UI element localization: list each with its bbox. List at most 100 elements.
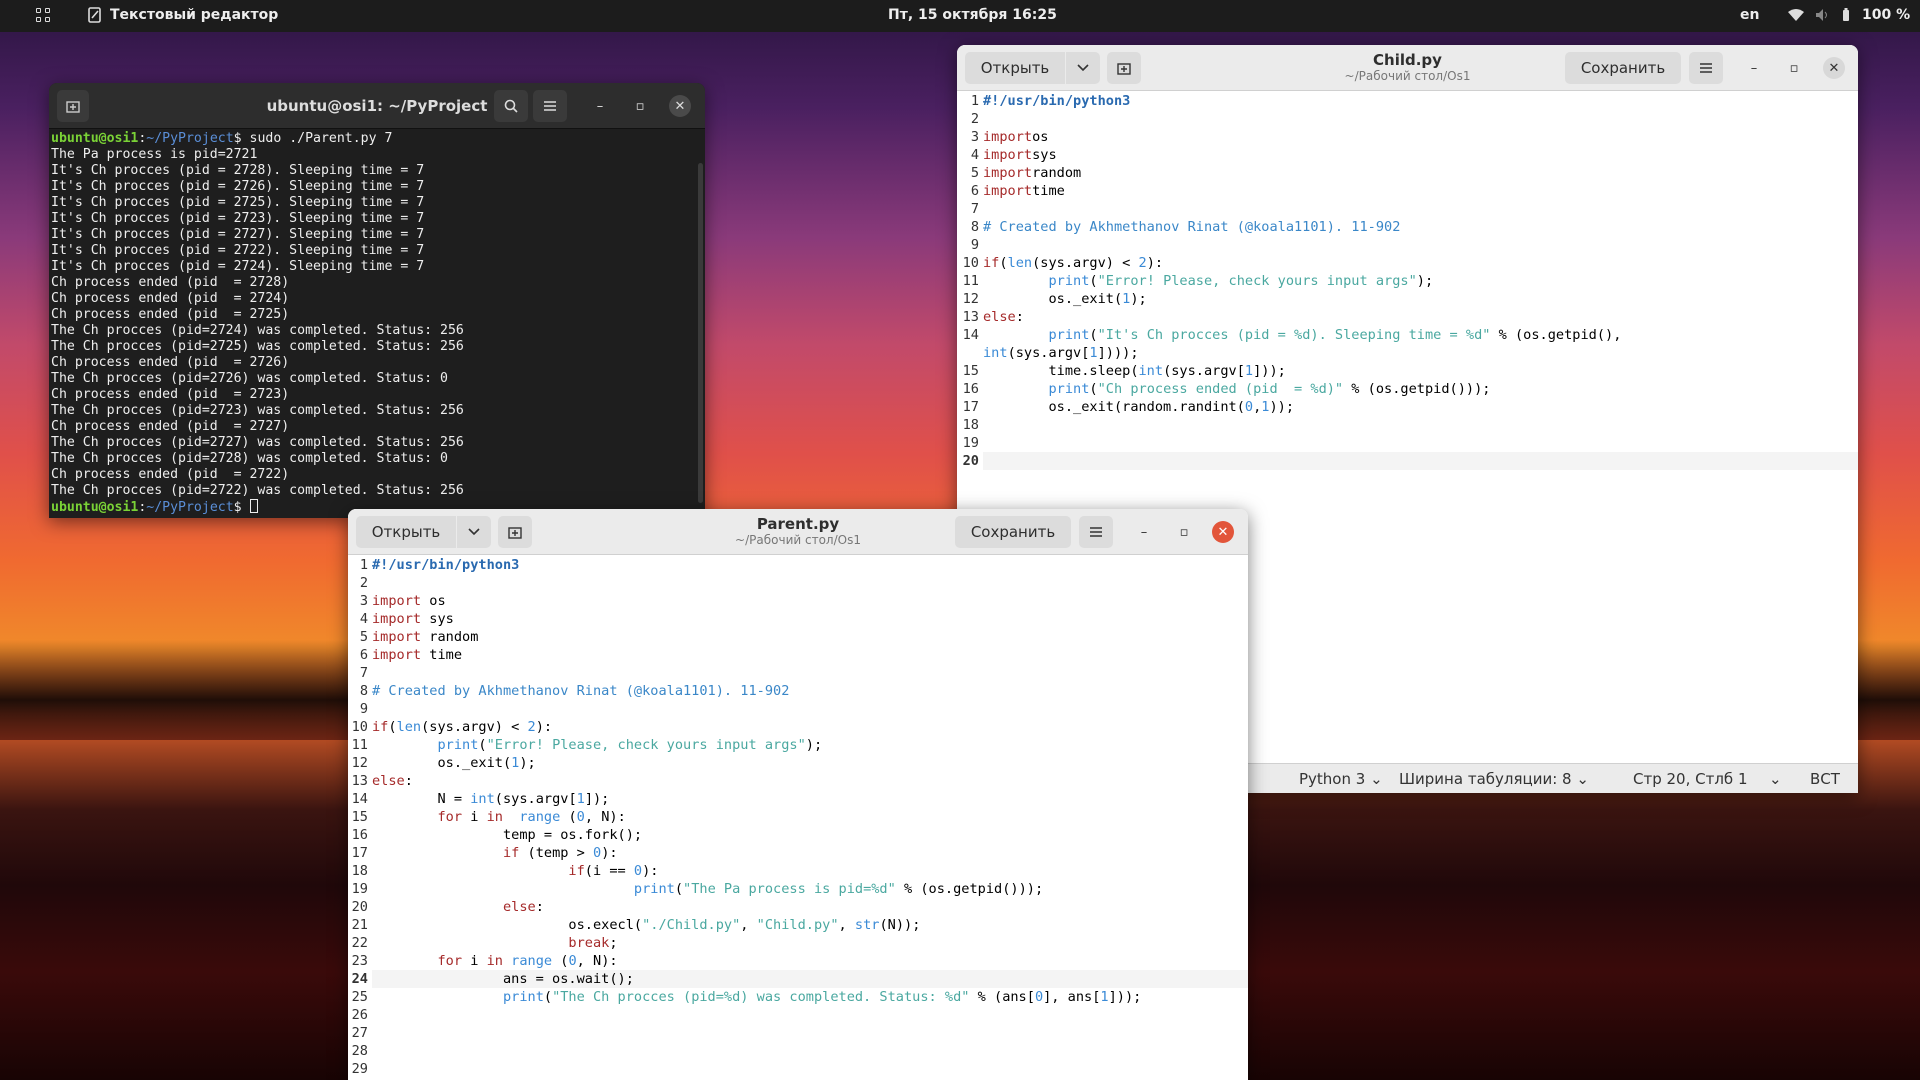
terminal-line: The Ch procces (pid=2723) was completed.… <box>51 403 464 418</box>
language-selector[interactable]: Python 3 ⌄ <box>1299 770 1383 788</box>
new-tab-icon <box>1117 63 1131 75</box>
line-number: 18 <box>962 417 979 433</box>
menu-button[interactable] <box>533 90 567 122</box>
line-number: 6 <box>970 183 979 199</box>
line-number <box>957 344 979 362</box>
minimize-button[interactable]: – <box>589 95 611 117</box>
code-line: if (temp > 0): <box>502 845 618 861</box>
terminal-output[interactable]: ubuntu@osi1:~/PyProject$ sudo ./Parent.p… <box>51 131 691 518</box>
line-number: 12 <box>351 755 368 771</box>
code-line: os._exit(random.randint(0,1)); <box>983 399 1295 415</box>
terminal-header: ubuntu@osi1: ~/PyProject – ▫ ✕ <box>49 83 705 129</box>
line-number: 4 <box>359 611 368 627</box>
line-number: 18 <box>351 863 368 879</box>
code-line: print("The Pa process is pid=%d" % (os.g… <box>633 881 1044 897</box>
search-icon <box>504 99 518 113</box>
child-open-dropdown[interactable] <box>1066 52 1100 84</box>
code-lines[interactable]: #!/usr/bin/python3 import os import sys imp… <box>372 556 1248 1078</box>
clock[interactable]: Пт, 15 октября 16:25 <box>888 7 1057 23</box>
apps-grid-icon[interactable] <box>36 8 52 24</box>
terminal-line: It's Ch procces (pid = 2724). Sleeping t… <box>51 259 425 274</box>
child-menu-button[interactable] <box>1689 52 1723 84</box>
terminal-line: Ch process ended (pid = 2723) <box>51 387 290 402</box>
line-number: 17 <box>962 399 979 415</box>
code-line: if(i == 0): <box>568 863 659 879</box>
line-number: 15 <box>351 809 368 825</box>
parent-minimize-button[interactable]: – <box>1133 521 1155 543</box>
battery-icon <box>1843 8 1849 21</box>
line-number: 20 <box>351 899 368 915</box>
tab-width-selector[interactable]: Ширина табуляции: 8 ⌄ <box>1399 770 1589 788</box>
parent-open-dropdown[interactable] <box>457 516 491 548</box>
keyboard-layout[interactable]: en <box>1740 7 1759 23</box>
code-line: time.sleep(int(sys.argv[1])); <box>983 363 1286 379</box>
terminal-line: The Ch procces (pid=2728) was completed.… <box>51 451 448 466</box>
parent-maximize-button[interactable]: ▫ <box>1173 521 1195 543</box>
code-line: else: <box>372 773 413 789</box>
code-line: if(len(sys.argv) < 2): <box>372 719 553 735</box>
code-line: # Created by Akhmethanov Rinat (@koala11… <box>983 219 1401 235</box>
terminal-line: The Ch procces (pid=2724) was completed.… <box>51 323 464 338</box>
maximize-button[interactable]: ▫ <box>629 95 651 117</box>
parent-open-button[interactable]: Открыть <box>356 516 456 548</box>
child-new-tab-button[interactable] <box>1107 52 1141 84</box>
terminal-line: The Ch procces (pid=2722) was completed.… <box>51 483 464 498</box>
terminal-line: The Ch procces (pid=2727) was completed.… <box>51 435 464 450</box>
code-line: os._exit(1); <box>983 291 1147 307</box>
code-line: importrandom <box>983 165 1082 181</box>
parent-menu-button[interactable] <box>1079 516 1113 548</box>
code-lines[interactable]: #!/usr/bin/python3 importos importsys impor… <box>983 92 1858 470</box>
language-label: Python 3 <box>1299 770 1366 788</box>
parent-header: Открыть Parent.py ~/Рабочий стол/Os1 Сох… <box>348 509 1248 555</box>
line-number: 1 <box>359 557 368 573</box>
parent-close-button[interactable]: ✕ <box>1212 521 1234 543</box>
system-tray[interactable]: 100 % <box>1788 7 1910 23</box>
cursor-position[interactable]: Стр 20, Стлб 1 <box>1633 770 1748 788</box>
insert-mode[interactable]: ВСТ <box>1810 770 1840 788</box>
parent-save-button[interactable]: Сохранить <box>955 516 1071 548</box>
code-line: #!/usr/bin/python3 <box>372 557 520 573</box>
code-line: for i in range (0, N): <box>437 809 626 825</box>
prompt-command: $ <box>233 500 250 515</box>
search-button[interactable] <box>494 90 528 122</box>
code-line <box>983 452 1858 470</box>
terminal-line: Ch process ended (pid = 2724) <box>51 291 290 306</box>
line-number: 5 <box>359 629 368 645</box>
new-tab-button[interactable] <box>57 90 89 122</box>
code-line: print("Ch process ended (pid = %d)" % (o… <box>1048 381 1491 397</box>
child-minimize-button[interactable]: – <box>1743 57 1765 79</box>
prompt-path: ~/PyProject <box>146 131 234 146</box>
child-close-button[interactable]: ✕ <box>1823 57 1845 79</box>
hamburger-icon <box>544 101 556 111</box>
parent-new-tab-button[interactable] <box>498 516 532 548</box>
line-number: 8 <box>970 219 979 235</box>
line-number-gutter: 1 2 3 4 5 6 7 8 9 10 11 12 13 14 15 16 17 18 19 20 <box>957 92 979 470</box>
active-app[interactable]: Текстовый редактор <box>88 7 278 23</box>
terminal-line: The Ch procces (pid=2725) was completed.… <box>51 339 464 354</box>
child-open-button[interactable]: Открыть <box>965 52 1065 84</box>
new-tab-icon <box>66 101 80 113</box>
child-maximize-button[interactable]: ▫ <box>1783 57 1805 79</box>
parent-code-area[interactable]: 1 2 3 4 5 6 7 8 9 10 11 12 13 14 15 16 17 18 19 20 21 22 23 24 2… <box>348 556 1248 1080</box>
line-number-gutter: 1 2 3 4 5 6 7 8 9 10 11 12 13 14 15 16 17 18 19 20 21 22 23 24 2… <box>348 556 368 1078</box>
code-line: ans = os.wait(); <box>372 970 1248 988</box>
child-save-button[interactable]: Сохранить <box>1565 52 1681 84</box>
code-line: print("Error! Please, check yours input … <box>1048 273 1434 289</box>
line-number: 6 <box>359 647 368 663</box>
chevron-down-icon <box>1077 64 1089 72</box>
terminal-scrollbar[interactable] <box>698 163 703 503</box>
line-number: 29 <box>351 1061 368 1077</box>
position-dropdown-icon[interactable]: ⌄ <box>1769 770 1782 788</box>
close-button[interactable]: ✕ <box>669 95 691 117</box>
terminal-window: ubuntu@osi1: ~/PyProject – ▫ ✕ ubuntu@os… <box>49 83 705 518</box>
terminal-line: Ch process ended (pid = 2727) <box>51 419 290 434</box>
battery-level: 100 % <box>1862 7 1911 23</box>
line-number: 19 <box>962 435 979 451</box>
line-number: 13 <box>351 773 368 789</box>
terminal-line: Ch process ended (pid = 2722) <box>51 467 290 482</box>
terminal-line: It's Ch procces (pid = 2725). Sleeping t… <box>51 195 425 210</box>
line-number: 14 <box>962 327 979 343</box>
